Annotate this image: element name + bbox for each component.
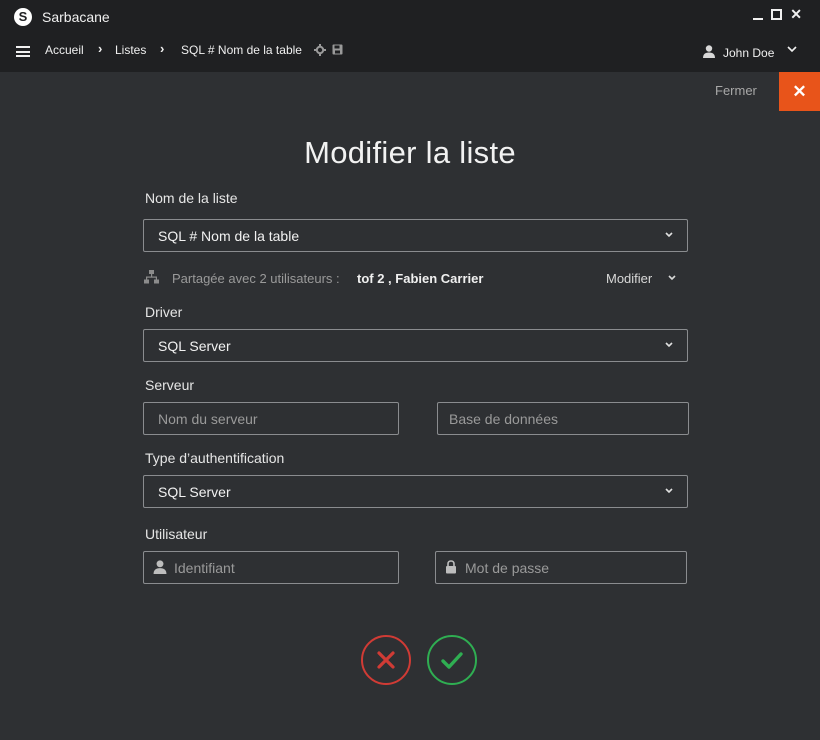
breadcrumb-current: SQL # Nom de la table xyxy=(181,43,302,57)
database-input[interactable]: Base de données xyxy=(437,402,689,435)
maximize-icon[interactable] xyxy=(771,8,783,20)
login-placeholder: Identifiant xyxy=(174,560,235,576)
close-button[interactable]: ✕ xyxy=(779,72,820,111)
app-title: Sarbacane xyxy=(42,9,110,25)
chevron-down-icon xyxy=(665,342,673,348)
chevron-down-icon xyxy=(665,488,673,494)
shared-users: tof 2 , Fabien Carrier xyxy=(357,271,484,286)
shared-with-row: Partagée avec 2 utilisateurs : tof 2 , F… xyxy=(144,269,689,289)
driver-select[interactable]: SQL Server xyxy=(143,329,688,362)
cancel-button[interactable] xyxy=(361,635,411,685)
password-input[interactable]: Mot de passe xyxy=(435,551,687,584)
hamburger-icon[interactable] xyxy=(16,46,30,57)
login-input[interactable]: Identifiant xyxy=(143,551,399,584)
window-controls: ✕ xyxy=(753,7,802,21)
close-label[interactable]: Fermer xyxy=(715,83,757,98)
minimize-icon[interactable] xyxy=(753,8,764,20)
chevron-down-icon[interactable] xyxy=(787,44,797,54)
password-placeholder: Mot de passe xyxy=(465,560,550,576)
shared-with-text: Partagée avec 2 utilisateurs : xyxy=(172,271,340,286)
app-logo: S xyxy=(14,8,32,26)
driver-label: Driver xyxy=(145,304,183,320)
driver-value: SQL Server xyxy=(158,338,231,354)
list-name-label: Nom de la liste xyxy=(145,190,238,206)
database-placeholder: Base de données xyxy=(449,411,558,427)
list-name-value: SQL # Nom de la table xyxy=(158,228,300,244)
chevron-right-icon: › xyxy=(160,41,165,56)
breadcrumb-lists[interactable]: Listes xyxy=(115,43,146,57)
page-title: Modifier la liste xyxy=(304,135,516,170)
user-icon xyxy=(153,560,167,574)
auth-type-label: Type d’authentification xyxy=(145,450,285,466)
auth-type-select[interactable]: SQL Server xyxy=(143,475,688,508)
close-icon[interactable]: ✕ xyxy=(790,7,802,21)
lock-icon xyxy=(446,560,456,574)
gear-icon[interactable] xyxy=(314,44,326,56)
save-icon[interactable] xyxy=(332,44,343,55)
server-name-input[interactable]: Nom du serveur xyxy=(143,402,399,435)
user-label: Utilisateur xyxy=(145,526,208,542)
check-icon xyxy=(441,652,463,669)
confirm-button[interactable] xyxy=(427,635,477,685)
user-icon xyxy=(703,45,715,58)
title-bar: S Sarbacane ✕ xyxy=(0,0,820,34)
user-name[interactable]: John Doe xyxy=(723,46,774,60)
chevron-down-icon xyxy=(665,232,673,238)
breadcrumb-home[interactable]: Accueil xyxy=(45,43,84,57)
list-name-select[interactable]: SQL # Nom de la table xyxy=(143,219,688,252)
navigation-bar: Accueil › Listes › SQL # Nom de la table… xyxy=(0,34,820,72)
auth-type-value: SQL Server xyxy=(158,484,231,500)
chevron-down-icon[interactable] xyxy=(667,270,677,286)
server-name-placeholder: Nom du serveur xyxy=(158,411,258,427)
chevron-right-icon: › xyxy=(98,41,103,56)
server-label: Serveur xyxy=(145,377,195,393)
cross-icon xyxy=(377,651,395,669)
modify-sharing-button[interactable]: Modifier xyxy=(606,271,652,286)
sitemap-icon xyxy=(144,270,159,284)
